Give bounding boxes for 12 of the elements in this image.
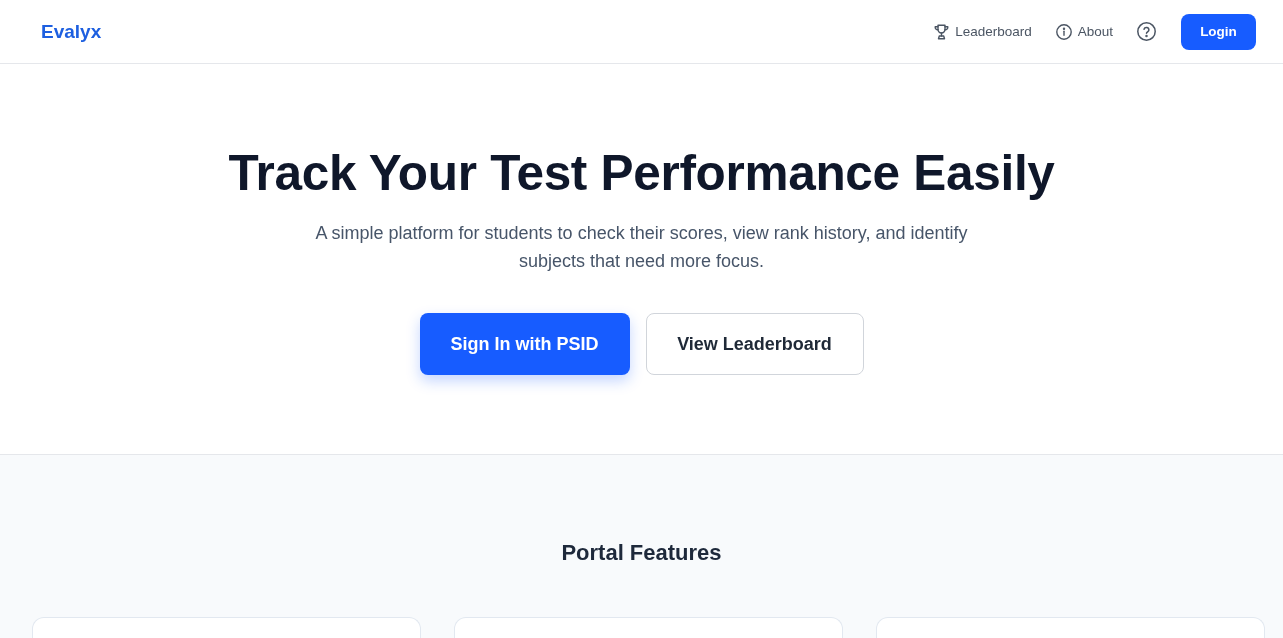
logo[interactable]: Evalyx (41, 20, 102, 43)
hero-title: Track Your Test Performance Easily (228, 144, 1055, 202)
leaderboard-button[interactable]: View Leaderboard (645, 313, 864, 375)
hero-subtitle: A simple platform for students to check their scores, view rank history, and identify subjects that need more focus. (314, 222, 969, 273)
info-icon (1055, 23, 1072, 40)
trophy-icon (934, 23, 950, 40)
nav-link[interactable]: Leaderboard (934, 23, 1032, 40)
login-button[interactable]: Login (1181, 13, 1256, 50)
help-icon[interactable] (1137, 22, 1156, 41)
sign-in-button[interactable]: Sign In with PSID (419, 313, 630, 375)
nav-link[interactable]: About (1055, 23, 1113, 40)
section-title: Portal Features (561, 539, 722, 567)
